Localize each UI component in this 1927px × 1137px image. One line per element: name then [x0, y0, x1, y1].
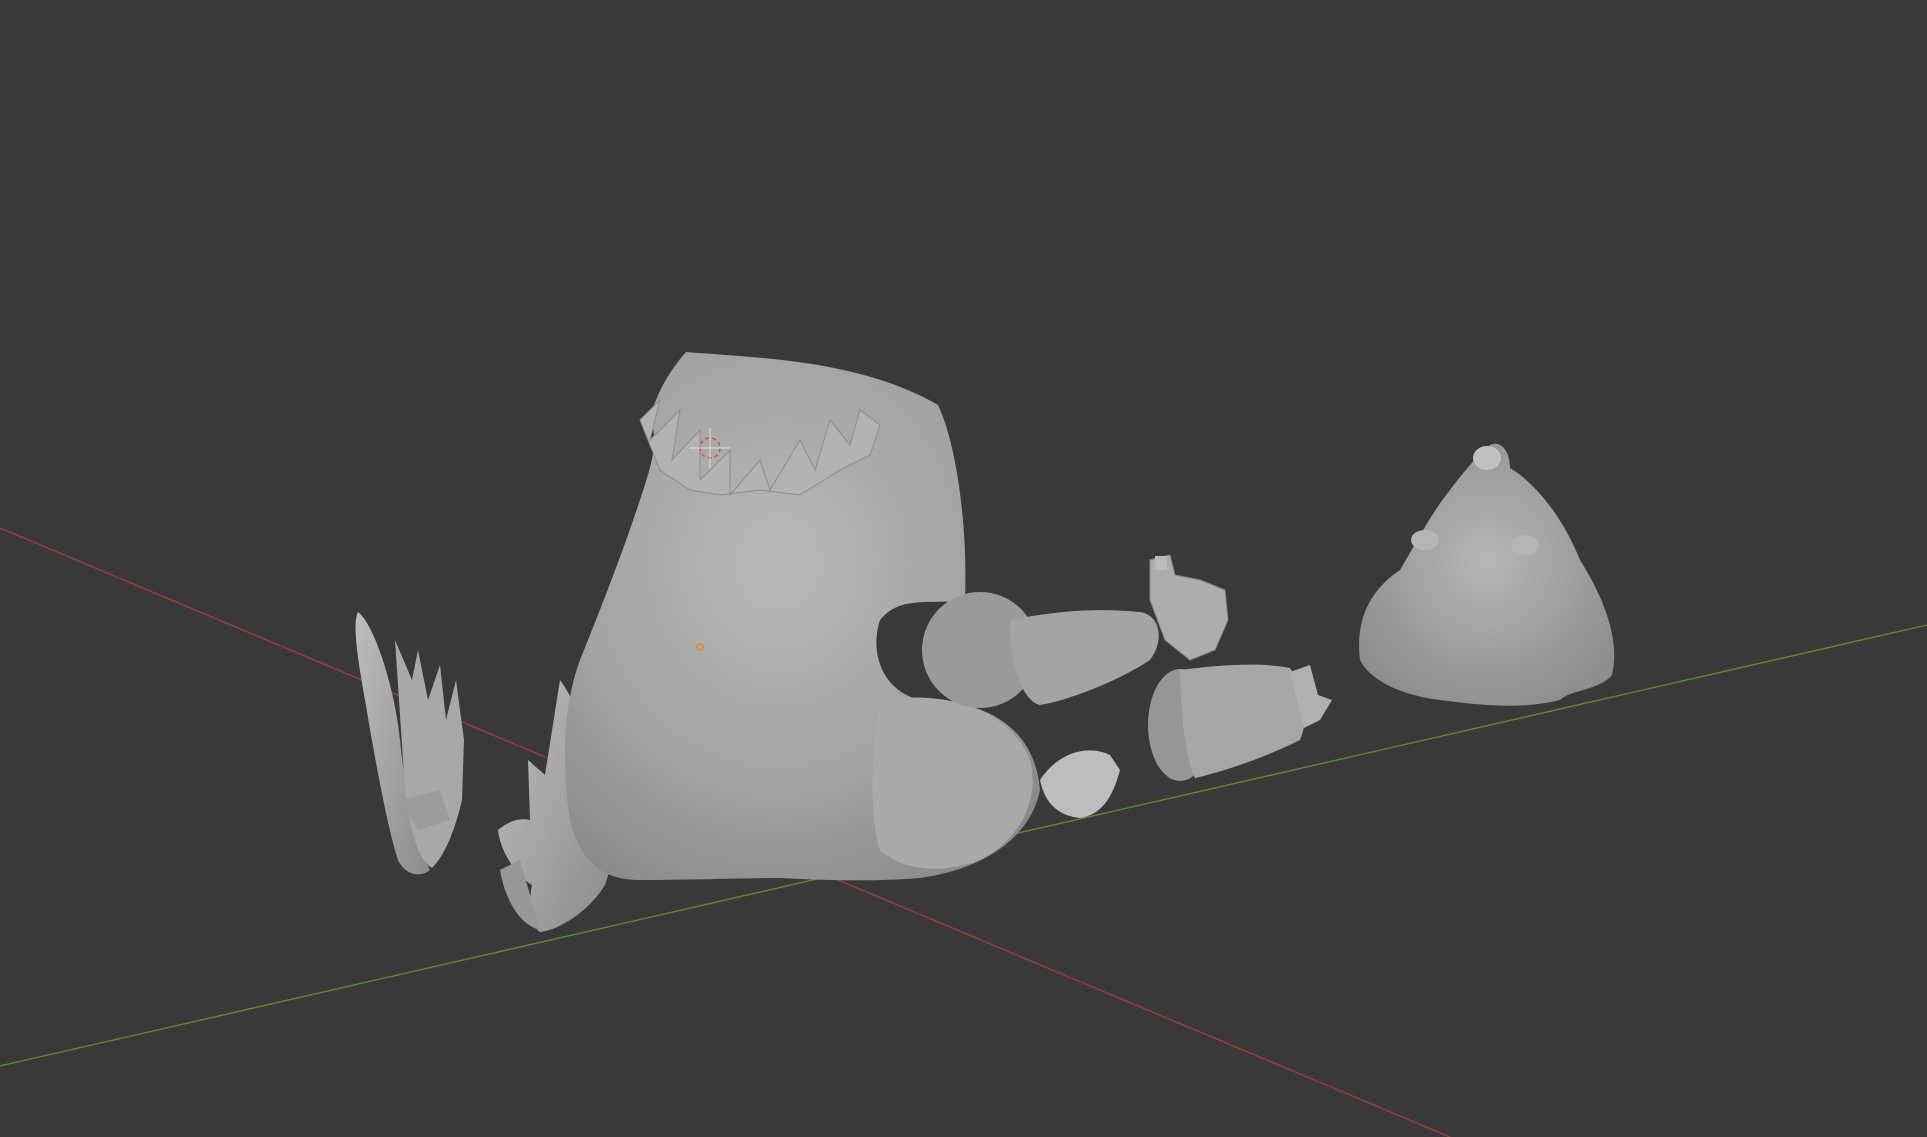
mesh-left-foot[interactable] — [355, 612, 464, 875]
mesh-arm-lower[interactable] — [1148, 664, 1332, 781]
mesh-head[interactable] — [1359, 443, 1615, 706]
viewport-canvas[interactable] — [0, 0, 1927, 1137]
3d-viewport[interactable] — [0, 0, 1927, 1137]
